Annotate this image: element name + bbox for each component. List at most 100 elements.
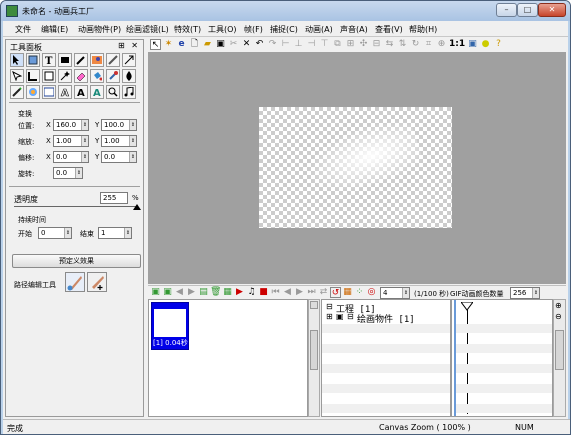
align-left-icon[interactable]: ⊢ <box>280 39 291 50</box>
path-add-tool-icon[interactable] <box>87 272 107 292</box>
node-tool-icon[interactable] <box>26 53 40 67</box>
point-tool-icon[interactable] <box>10 69 24 83</box>
menu-help[interactable]: 帮助(H) <box>409 24 437 35</box>
menu-frame[interactable]: 帧(F) <box>244 24 263 35</box>
lock-icon[interactable]: ⊕ <box>436 39 447 50</box>
color-picker-icon[interactable] <box>26 85 40 99</box>
spin-arrows-icon[interactable]: ⇕ <box>129 136 136 146</box>
timer-icon[interactable]: ◎ <box>366 287 377 298</box>
preset-effects-button[interactable]: 预定义效果 <box>12 254 141 268</box>
rotate-icon[interactable]: ↻ <box>410 39 421 50</box>
skew-y-input[interactable]: 0.0 ⇕ <box>101 151 137 163</box>
circle-tool-icon[interactable]: ● <box>480 39 491 50</box>
transparent-canvas[interactable] <box>259 107 452 228</box>
gradient-text-icon[interactable]: A <box>90 85 104 99</box>
track-scrollbar[interactable]: ⊕ ⊖ <box>553 299 566 417</box>
redo-icon[interactable]: ↷ <box>267 39 278 50</box>
gif-colors-input[interactable]: 256 ⇕ <box>510 287 540 299</box>
scroll-up-icon[interactable] <box>310 301 318 309</box>
next-frame-icon[interactable]: ▶ <box>294 287 305 298</box>
spin-arrows-icon[interactable]: ⇕ <box>81 120 88 130</box>
scroll-thumb[interactable] <box>555 330 564 370</box>
menu-view[interactable]: 查看(V) <box>375 24 403 35</box>
menu-filters[interactable]: 绘画滤镜(L) <box>126 24 169 35</box>
spin-arrows-icon[interactable]: ⇕ <box>532 288 539 298</box>
menu-animation[interactable]: 动画(A) <box>305 24 333 35</box>
spin-arrows-icon[interactable]: ⇕ <box>124 228 131 238</box>
blur-tool-icon[interactable] <box>122 69 136 83</box>
panel-controls[interactable]: ⊞ ✕ <box>118 41 140 50</box>
save-icon[interactable]: ▣ <box>215 39 226 50</box>
collapse-icon[interactable]: ⊟ <box>326 302 333 311</box>
warp-tool-icon[interactable] <box>122 53 136 67</box>
zoom-in-icon[interactable]: ⊕ <box>555 301 562 310</box>
path-edit-tool-icon[interactable] <box>65 272 85 292</box>
scroll-thumb[interactable] <box>310 330 318 370</box>
onion-skin-icon[interactable]: ↺ <box>330 287 341 298</box>
cut-icon[interactable]: ✂ <box>228 39 239 50</box>
pen-tool-icon[interactable] <box>74 53 88 67</box>
frames-scrollbar[interactable] <box>308 299 320 417</box>
ungroup-icon[interactable]: ⊞ <box>345 39 356 50</box>
frame-tool-icon[interactable] <box>42 85 56 99</box>
grid-icon[interactable]: ⁘ <box>354 287 365 298</box>
zoom-out-icon[interactable]: ⊖ <box>555 312 562 321</box>
spin-arrows-icon[interactable]: ⇕ <box>402 288 409 298</box>
rectangle-tool-icon[interactable] <box>58 53 72 67</box>
timeline-track[interactable] <box>451 299 553 417</box>
spin-arrows-icon[interactable]: ⇕ <box>129 152 136 162</box>
spin-arrows-icon[interactable]: ⇕ <box>129 120 136 130</box>
tree-row-project[interactable]: ⊟ 工程 [1] <box>322 302 450 315</box>
delete-icon[interactable]: ✕ <box>241 39 252 50</box>
last-frame-icon[interactable]: ⏭ <box>306 287 317 298</box>
canvas-area[interactable] <box>148 52 566 284</box>
menu-capture[interactable]: 捕捉(C) <box>270 24 298 35</box>
stop-icon[interactable]: ■ <box>258 287 269 298</box>
align-right-icon[interactable]: ⊣ <box>306 39 317 50</box>
dropper-fill-icon[interactable] <box>106 69 120 83</box>
frame-delay-input[interactable]: 4 ⇕ <box>380 287 410 299</box>
paste-frame-icon[interactable]: ▦ <box>222 287 233 298</box>
start-input[interactable]: 0 ⇕ <box>38 227 72 239</box>
fit-window-icon[interactable]: ▣ <box>467 39 478 50</box>
spin-arrows-icon[interactable]: ⇕ <box>64 228 71 238</box>
spin-arrows-icon[interactable]: ⇕ <box>81 136 88 146</box>
paint-bucket-icon[interactable] <box>90 69 104 83</box>
palette-icon[interactable]: ▦ <box>342 287 353 298</box>
spin-arrows-icon[interactable]: ⇕ <box>81 152 88 162</box>
menu-effects[interactable]: 特效(T) <box>174 24 201 35</box>
spin-arrows-icon[interactable]: ⇕ <box>75 168 82 178</box>
scale-y-input[interactable]: 1.00 ⇕ <box>101 135 137 147</box>
distribute-icon[interactable]: ⊟ <box>371 39 382 50</box>
menu-objects[interactable]: 动画物件(P) <box>78 24 121 35</box>
menu-tools[interactable]: 工具(O) <box>208 24 237 35</box>
square-tool-icon[interactable] <box>42 69 56 83</box>
frame-right-icon[interactable]: ▶ <box>186 287 197 298</box>
scale-x-input[interactable]: 1.00 ⇕ <box>53 135 89 147</box>
brush-tool-icon[interactable] <box>106 53 120 67</box>
image-tool-icon[interactable] <box>90 53 104 67</box>
pencil-tool-icon[interactable] <box>10 85 24 99</box>
frame-left-icon[interactable]: ◀ <box>174 287 185 298</box>
frame-thumbnail[interactable]: [1] 0.04秒 <box>151 302 189 350</box>
text-tool-icon[interactable]: T <box>42 53 56 67</box>
new-file-icon[interactable]: 🗋 <box>189 39 200 50</box>
insert-frame-icon[interactable]: ▣ <box>162 287 173 298</box>
loop-icon[interactable]: ⇄ <box>318 287 329 298</box>
actual-size-button[interactable]: 1:1 <box>449 39 465 50</box>
opacity-slider-track[interactable] <box>14 206 138 207</box>
maximize-button[interactable]: □ <box>517 3 538 17</box>
first-frame-icon[interactable]: ⏮ <box>270 287 281 298</box>
undo-icon[interactable]: ↶ <box>254 39 265 50</box>
solid-text-icon[interactable]: A <box>74 85 88 99</box>
sparkle-icon[interactable]: ✶ <box>163 39 174 50</box>
browser-icon[interactable]: e <box>176 39 187 50</box>
add-frame-icon[interactable]: ▣ <box>150 287 161 298</box>
expand-icon[interactable]: ⊞ <box>326 312 333 321</box>
flip-h-icon[interactable]: ⇆ <box>384 39 395 50</box>
play-icon[interactable]: ▶ <box>234 287 245 298</box>
zoom-tool-icon[interactable] <box>106 85 120 99</box>
end-input[interactable]: 1 ⇕ <box>98 227 132 239</box>
prev-frame-icon[interactable]: ◀ <box>282 287 293 298</box>
flip-v-icon[interactable]: ⇅ <box>397 39 408 50</box>
